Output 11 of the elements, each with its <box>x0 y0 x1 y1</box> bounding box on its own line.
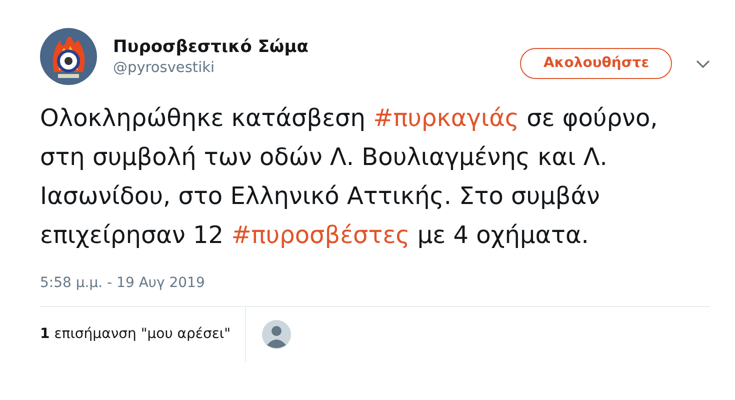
author-handle[interactable]: @pyrosvestiki <box>113 58 308 80</box>
hashtag-link[interactable]: #πυρκαγιάς <box>373 104 519 132</box>
tweet-timestamp[interactable]: 5:58 μ.μ. - 19 Αυγ 2019 <box>40 273 710 294</box>
tweet-text: Ολοκληρώθηκε κατάσβεση #πυρκαγιάς σε φούρνο, στη συμβολή των οδών Λ. Βουλιαγμένης και Λ. Ιασωνίδου, στο Ελληνικό Αττικής. Στο συμβάν επιχείρησαν 12 #πυροσβέστες με 4 οχήματα. <box>40 103 659 251</box>
hashtag-link[interactable]: #πυροσβέστες <box>231 221 410 249</box>
chevron-down-icon[interactable] <box>696 60 710 69</box>
follow-button[interactable]: Ακολουθήστε <box>520 48 672 79</box>
avatar-logo[interactable] <box>40 28 97 85</box>
likes-count[interactable]: 1 επισήμανση "μου αρέσει" <box>40 324 231 345</box>
author-name[interactable]: Πυροσβεστικό Σώμα <box>113 36 308 58</box>
user-avatar-icon[interactable] <box>262 320 291 349</box>
